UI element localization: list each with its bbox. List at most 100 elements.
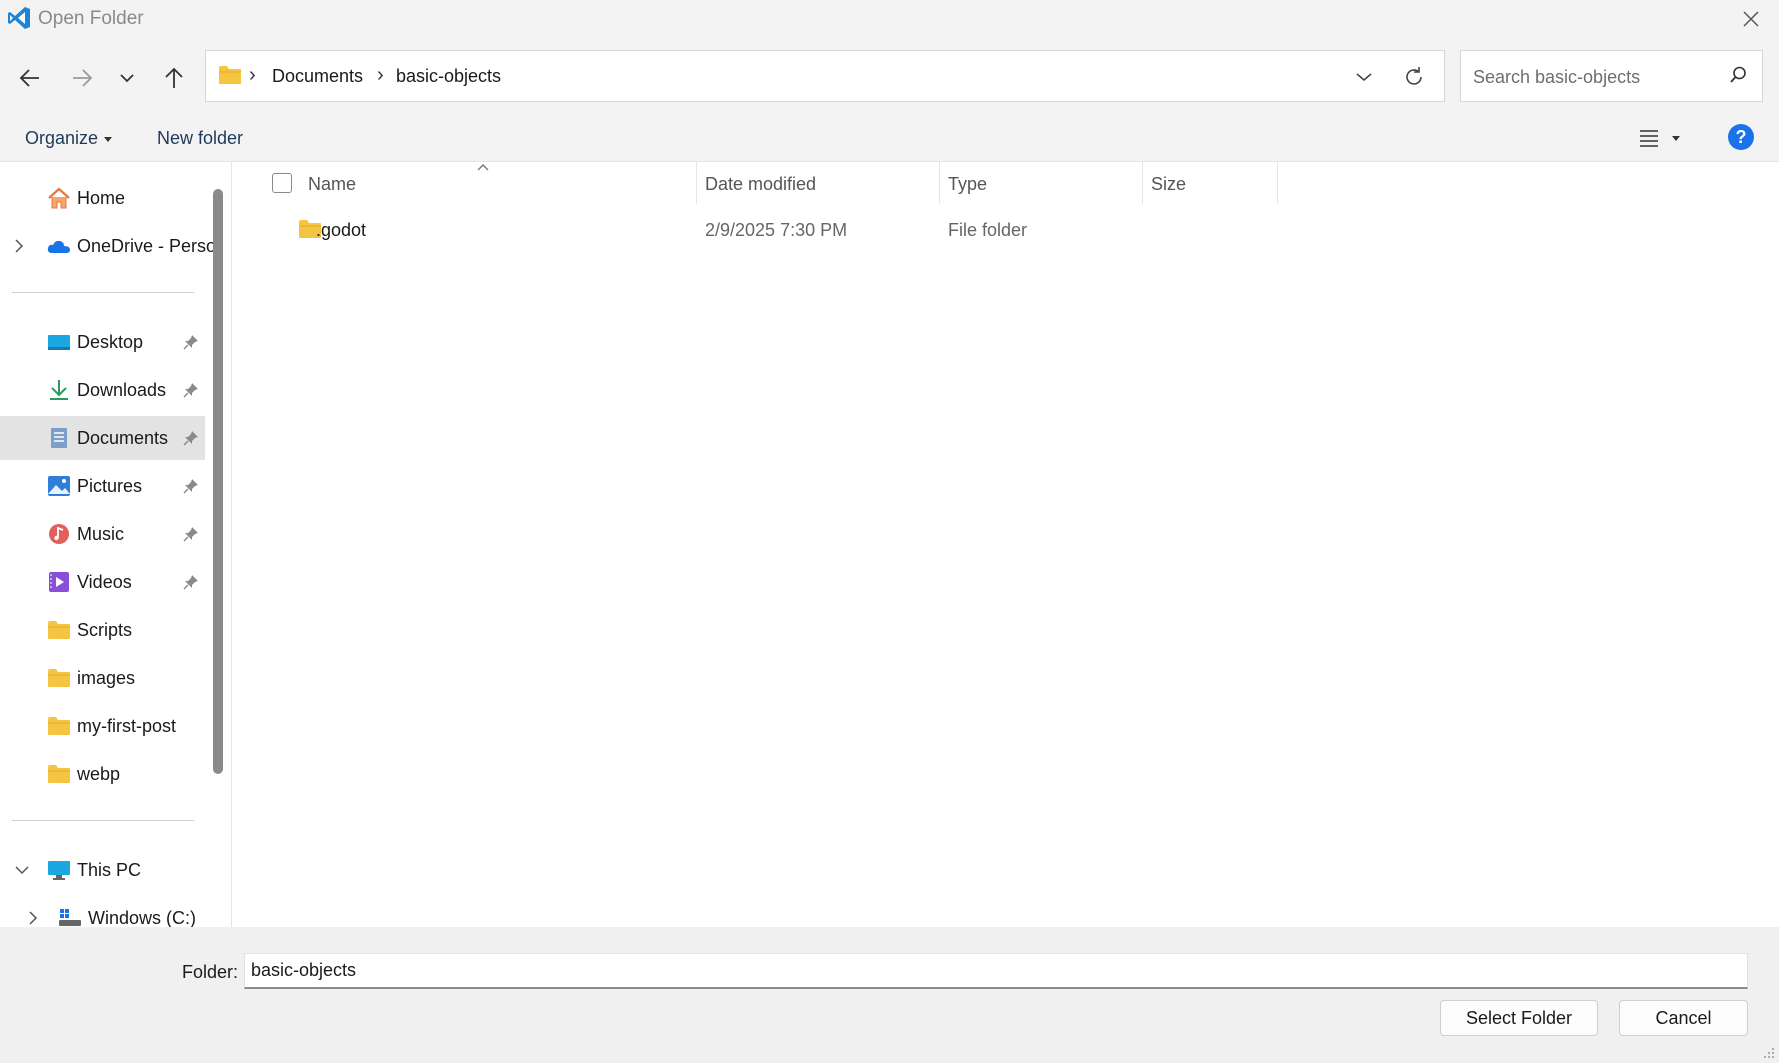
sidebar-item-images[interactable]: images [0, 656, 205, 700]
up-button[interactable] [154, 58, 194, 98]
sidebar-item-desktop[interactable]: Desktop [0, 320, 205, 364]
list-view-icon [1640, 130, 1658, 147]
sidebar-item-label: Music [77, 524, 125, 544]
pin-icon[interactable] [183, 430, 199, 446]
pictures-icon [48, 476, 70, 496]
address-history-dropdown[interactable] [1346, 63, 1382, 91]
caret-down-icon [104, 136, 113, 142]
arrow-left-icon [19, 69, 39, 87]
folder-field-label: Folder: [182, 962, 239, 982]
command-bar: Organize New folder ? [0, 114, 1779, 162]
chevron-down-icon[interactable] [14, 862, 30, 878]
recent-locations-button[interactable] [107, 58, 147, 98]
chevron-right-icon[interactable] [28, 910, 38, 926]
sidebar-item-label: Documents [77, 428, 169, 448]
column-label: Type [948, 174, 988, 194]
sidebar-item-label: Videos [77, 572, 132, 592]
folder-icon [48, 765, 70, 783]
pin-icon[interactable] [183, 526, 199, 542]
folder-icon [219, 66, 241, 84]
pin-icon[interactable] [183, 478, 199, 494]
file-row[interactable]: .godot 2/9/2025 7:30 PM File folder [250, 210, 1750, 250]
column-header-name[interactable]: Name [232, 162, 696, 204]
close-button[interactable] [1723, 0, 1779, 38]
downloads-icon [50, 380, 68, 400]
sidebar-item-my-first-post[interactable]: my-first-post [0, 704, 205, 748]
close-icon [1743, 11, 1759, 27]
column-header-type[interactable]: Type [940, 162, 1142, 204]
sidebar-item-label: images [77, 668, 136, 688]
sidebar-item-label: Scripts [77, 620, 133, 640]
sidebar-item-webp[interactable]: webp [0, 752, 205, 796]
address-bar[interactable]: › Documents › basic-objects [205, 50, 1445, 102]
window-title: Open Folder [38, 8, 144, 29]
dialog-footer: Folder: Select Folder Cancel [0, 927, 1779, 1063]
vscode-logo-icon [8, 7, 30, 29]
select-folder-button[interactable]: Select Folder [1440, 1000, 1598, 1036]
sidebar-item-label: Downloads [77, 380, 167, 400]
sidebar-item-pictures[interactable]: Pictures [0, 464, 205, 508]
title-bar: Open Folder [0, 0, 1779, 40]
breadcrumb-separator: › [377, 64, 384, 86]
organize-menu[interactable]: Organize [25, 128, 113, 149]
sidebar-item-onedrive[interactable]: OneDrive - Perso [0, 224, 216, 268]
pin-icon[interactable] [183, 574, 199, 590]
caret-down-icon [1672, 135, 1680, 141]
resize-grip-icon[interactable] [1763, 1047, 1775, 1059]
sidebar-item-windows-c[interactable]: Windows (C:) [0, 896, 205, 927]
pin-icon[interactable] [183, 382, 199, 398]
back-button[interactable] [10, 58, 50, 98]
videos-icon [49, 572, 69, 592]
sidebar-item-downloads[interactable]: Downloads [0, 368, 205, 412]
refresh-icon [1406, 67, 1422, 85]
column-header-date-modified[interactable]: Date modified [697, 162, 939, 204]
column-separator[interactable] [1277, 162, 1278, 204]
search-input[interactable] [1471, 63, 1715, 91]
sidebar-item-scripts[interactable]: Scripts [0, 608, 205, 652]
home-icon [48, 187, 70, 209]
address-row: › Documents › basic-objects [0, 40, 1779, 114]
cancel-button[interactable]: Cancel [1619, 1000, 1748, 1036]
sidebar-item-label: This PC [77, 860, 142, 880]
sidebar-item-videos[interactable]: Videos [0, 560, 205, 604]
folder-icon [48, 669, 70, 687]
navigation-pane: Home OneDrive - Perso Desktop Downloads … [0, 162, 232, 927]
file-list: Name Date modified Type Size .godot 2/9/… [232, 162, 1779, 927]
forward-button[interactable] [62, 58, 102, 98]
organize-label: Organize [25, 128, 99, 148]
sidebar-item-music[interactable]: Music [0, 512, 205, 556]
search-box[interactable] [1460, 50, 1763, 102]
chevron-down-icon [120, 74, 134, 83]
nav-divider [12, 292, 194, 293]
file-type: File folder [948, 220, 1028, 240]
sidebar-item-documents[interactable]: Documents [0, 416, 205, 460]
column-label: Date modified [705, 174, 817, 194]
chevron-right-icon[interactable] [14, 238, 24, 254]
sidebar-item-label: webp [77, 764, 121, 784]
search-icon[interactable] [1728, 65, 1748, 85]
file-date-modified: 2/9/2025 7:30 PM [705, 220, 848, 240]
new-folder-button[interactable]: New folder [157, 128, 243, 149]
nav-scrollbar-thumb[interactable] [213, 189, 223, 774]
documents-icon [51, 428, 67, 448]
sidebar-item-label: Pictures [77, 476, 143, 496]
breadcrumb-separator: › [249, 64, 256, 86]
sidebar-item-this-pc[interactable]: This PC [0, 848, 205, 892]
folder-name-input[interactable] [244, 953, 1748, 989]
sort-ascending-icon [477, 164, 489, 171]
column-header-size[interactable]: Size [1143, 162, 1277, 204]
refresh-button[interactable] [1396, 61, 1432, 93]
pin-icon[interactable] [183, 334, 199, 350]
view-options-button[interactable] [1638, 124, 1688, 152]
sidebar-item-label: Home [77, 188, 126, 208]
breadcrumb-basic-objects[interactable]: basic-objects [396, 66, 501, 87]
open-folder-dialog: Open Folder › Documents › basic-objects … [0, 0, 1779, 1063]
help-button[interactable]: ? [1728, 124, 1754, 150]
help-icon: ? [1735, 126, 1747, 147]
sidebar-item-home[interactable]: Home [0, 176, 205, 220]
arrow-right-icon [73, 69, 93, 87]
onedrive-icon [47, 240, 70, 253]
sidebar-item-label: Desktop [77, 332, 144, 352]
sidebar-item-label: my-first-post [77, 716, 176, 736]
breadcrumb-documents[interactable]: Documents [272, 66, 363, 87]
